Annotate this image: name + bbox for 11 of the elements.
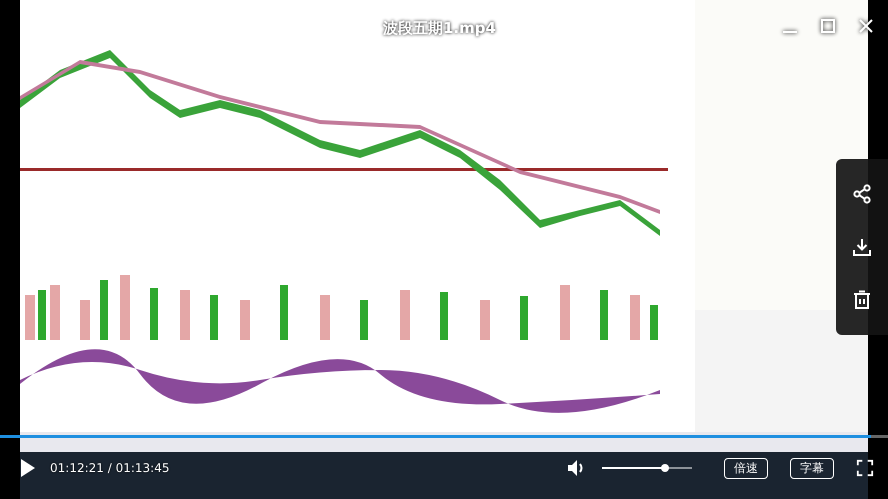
share-icon[interactable] xyxy=(852,184,872,204)
subtitle-button[interactable]: 字幕 xyxy=(790,458,834,478)
play-icon[interactable] xyxy=(20,458,36,478)
speed-button[interactable]: 倍速 xyxy=(724,458,768,478)
maximize-icon[interactable] xyxy=(820,18,836,34)
video-title: 波段五期1.mp4 xyxy=(383,19,496,38)
download-icon[interactable] xyxy=(852,236,872,257)
time-display: 01:12:21 / 01:13:45 xyxy=(50,461,170,475)
fullscreen-icon[interactable] xyxy=(856,459,874,477)
delete-icon[interactable] xyxy=(852,290,872,310)
close-icon[interactable] xyxy=(858,18,874,34)
